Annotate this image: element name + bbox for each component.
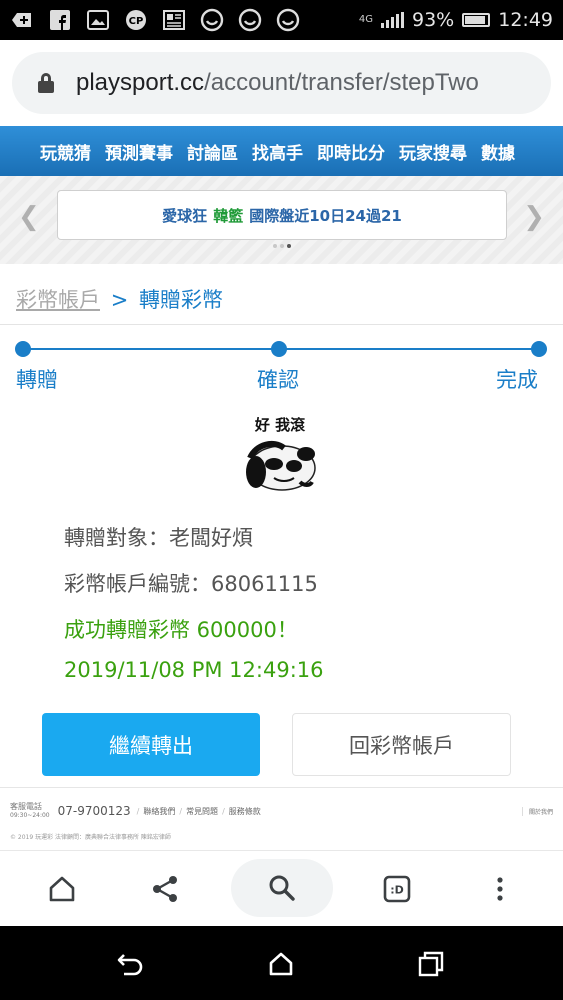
home-nav-icon[interactable] xyxy=(261,944,301,984)
divider xyxy=(0,324,563,325)
breadcrumb-current: 轉贈彩幣 xyxy=(138,288,223,312)
nav-item[interactable]: 玩競猜 xyxy=(40,139,91,164)
breadcrumb: 彩幣帳戶 > 轉贈彩幣 xyxy=(16,284,223,314)
customer-service-label: 客服電話 09:30~24:00 xyxy=(10,802,50,819)
pager-dots xyxy=(273,244,291,248)
back-icon[interactable] xyxy=(111,944,151,984)
success-message: 成功轉贈彩幣 600000！ xyxy=(64,618,298,642)
announcement-ticker[interactable]: 愛球狂 韓籃 國際盤近10日24過21 xyxy=(57,190,507,240)
footer-separator: / xyxy=(222,806,225,816)
home-icon[interactable] xyxy=(36,863,88,915)
ticker-prefix: 愛球狂 xyxy=(162,206,208,225)
chevron-left-icon[interactable]: ❮ xyxy=(18,202,40,232)
copyright: © 2019 玩運彩 法律顧問：廣典聯合法律事務所 陳銘宏律師 xyxy=(10,834,171,841)
status-bar: CP 4G 93% 12:49 xyxy=(0,0,563,40)
step-dot-2 xyxy=(271,341,287,357)
account-number: 彩幣帳戶編號：68061115 xyxy=(64,572,318,596)
meme-caption: 好 我滾 xyxy=(254,416,306,434)
footer-separator: / xyxy=(179,806,183,816)
nav-item[interactable]: 數據 xyxy=(481,139,515,164)
browser-address-area: playsport.cc/account/transfer/stepTwo xyxy=(0,40,563,126)
address-bar[interactable]: playsport.cc/account/transfer/stepTwo xyxy=(12,52,551,114)
site-footer: 客服電話 09:30~24:00 07-9700123 / 聯絡我們 / 常見問題… xyxy=(10,797,553,825)
continue-transfer-button[interactable]: 繼續轉出 xyxy=(42,713,260,776)
nav-item[interactable]: 預測賽事 xyxy=(105,139,173,164)
facebook-icon xyxy=(48,8,72,32)
step-dot-3 xyxy=(531,341,547,357)
smiley-icon xyxy=(238,8,262,32)
signal-icon xyxy=(381,12,404,28)
divider xyxy=(0,787,563,788)
transfer-datetime: 2019/11/08 PM 12:49:16 xyxy=(64,658,324,682)
battery-icon xyxy=(462,13,491,27)
cp-icon: CP xyxy=(124,8,148,32)
svg-text:CP: CP xyxy=(129,16,144,27)
add-box-icon xyxy=(10,8,34,32)
url-text[interactable]: playsport.cc/account/transfer/stepTwo xyxy=(76,69,479,97)
nav-item[interactable]: 找高手 xyxy=(252,139,303,164)
footer-separator: / xyxy=(136,806,140,816)
announcement-band: ❮ 愛球狂 韓籃 國際盤近10日24過21 ❯ xyxy=(0,176,563,264)
image-icon xyxy=(86,8,110,32)
battery-percent: 93% xyxy=(412,9,455,31)
browser-bottom-toolbar: :D xyxy=(0,850,563,926)
lock-icon xyxy=(38,73,54,93)
footer-link-terms[interactable]: 服務條款 xyxy=(229,806,261,817)
more-menu-icon[interactable] xyxy=(474,863,526,915)
customer-service-phone[interactable]: 07-9700123 xyxy=(58,804,131,818)
step-dot-1 xyxy=(15,341,31,357)
clock: 12:49 xyxy=(498,9,553,31)
nav-item[interactable]: 玩家搜尋 xyxy=(399,139,467,164)
step-label-done: 完成 xyxy=(496,368,538,392)
search-icon xyxy=(269,875,295,901)
site-nav: 玩競猜 預測賽事 討論區 找高手 即時比分 玩家搜尋 數據 xyxy=(0,126,563,176)
chevron-right-icon[interactable]: ❯ xyxy=(523,202,545,232)
nav-item[interactable]: 討論區 xyxy=(187,139,238,164)
footer-link-contact[interactable]: 聯絡我們 xyxy=(143,806,175,817)
breadcrumb-link-account[interactable]: 彩幣帳戶 xyxy=(16,288,100,312)
panda-face-icon xyxy=(246,440,316,491)
back-to-account-button[interactable]: 回彩幣帳戶 xyxy=(292,713,511,776)
recent-apps-icon[interactable] xyxy=(411,944,451,984)
network-type: 4G xyxy=(358,14,373,25)
nav-item[interactable]: 即時比分 xyxy=(317,139,385,164)
search-button[interactable] xyxy=(231,859,333,917)
ticker-text: 國際盤近10日24過21 xyxy=(249,206,402,225)
system-navigation-bar xyxy=(0,926,563,1000)
transfer-target: 轉贈對象：老闆好煩 xyxy=(64,526,253,550)
panda-meme-image: 好 我滾 xyxy=(238,410,322,496)
footer-link-faq[interactable]: 常見問題 xyxy=(186,806,218,817)
ticker-tag: 韓籃 xyxy=(213,206,244,225)
smiley-icon xyxy=(200,8,224,32)
news-icon xyxy=(162,8,186,32)
step-label-confirm: 確認 xyxy=(257,368,299,392)
breadcrumb-separator: > xyxy=(110,288,129,312)
smiley-icon xyxy=(276,8,300,32)
footer-link-about[interactable]: 關於我們 xyxy=(521,806,553,816)
tabs-icon[interactable]: :D xyxy=(371,863,423,915)
svg-text::D: :D xyxy=(390,884,404,897)
share-icon[interactable] xyxy=(139,863,191,915)
step-label-transfer: 轉贈 xyxy=(16,368,58,392)
